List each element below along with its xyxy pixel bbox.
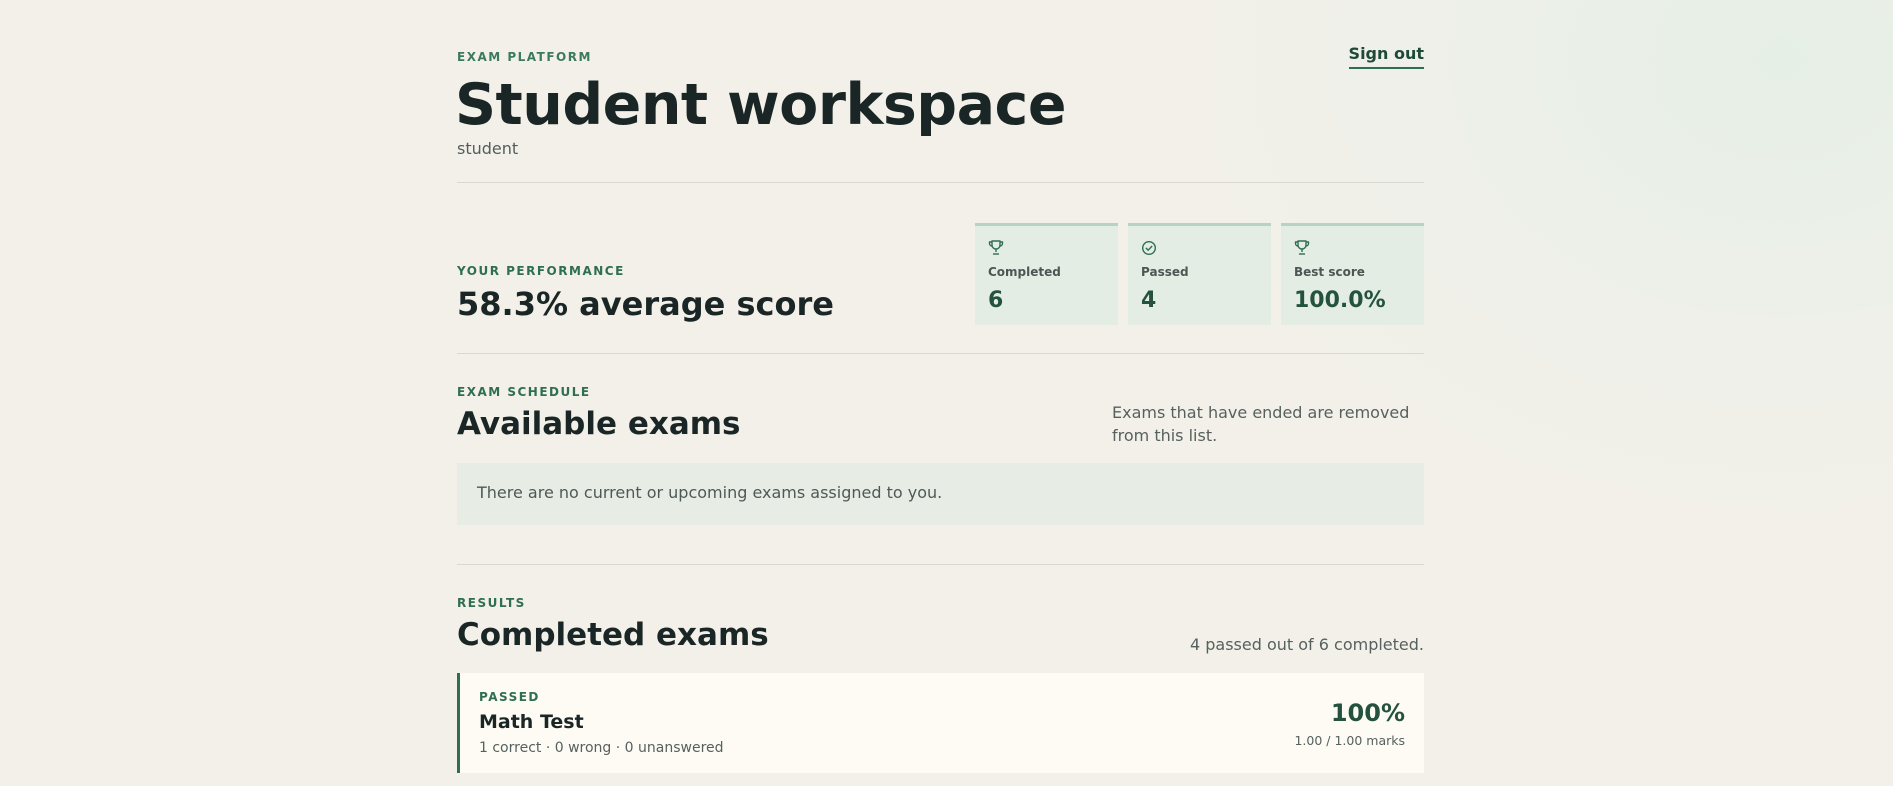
stat-label: Best score	[1294, 265, 1365, 279]
exam-title: Math Test	[479, 711, 584, 733]
performance-eyebrow: YOUR PERFORMANCE	[457, 264, 625, 278]
stat-card-passed: Passed 4	[1128, 223, 1271, 325]
stats-group: Completed 6 Passed 4 Best score 100.0%	[975, 223, 1424, 325]
stat-value: 100.0%	[1294, 288, 1386, 313]
stat-label: Passed	[1141, 265, 1189, 279]
trophy-icon	[1294, 240, 1310, 255]
stat-card-best-score: Best score 100.0%	[1281, 223, 1424, 325]
exam-marks: 1.00 / 1.00 marks	[1294, 733, 1405, 748]
schedule-title: Available exams	[457, 406, 741, 442]
schedule-note: Exams that have ended are removed from t…	[1112, 403, 1410, 445]
stat-value: 4	[1141, 288, 1157, 313]
schedule-eyebrow: EXAM SCHEDULE	[457, 385, 591, 399]
results-summary: 4 passed out of 6 completed.	[1189, 635, 1424, 654]
check-circle-icon	[1141, 240, 1157, 256]
results-section: RESULTS Completed exams 4 passed out of …	[457, 565, 1424, 786]
result-card[interactable]: PASSED Math Test 1 correct · 0 wrong · 0…	[457, 673, 1424, 773]
performance-section: YOUR PERFORMANCE 58.3% average score Com…	[457, 183, 1424, 354]
exam-score: 100%	[1330, 699, 1405, 727]
stat-label: Completed	[988, 265, 1061, 279]
results-title: Completed exams	[457, 617, 769, 653]
status-badge: PASSED	[479, 690, 540, 704]
exam-answer-summary: 1 correct · 0 wrong · 0 unanswered	[479, 740, 724, 756]
page-header: EXAM PLATFORM Sign out Student workspace…	[455, 0, 1424, 183]
schedule-section: EXAM SCHEDULE Available exams Exams that…	[457, 354, 1424, 565]
trophy-icon	[988, 240, 1004, 255]
page-title: Student workspace	[455, 72, 1067, 138]
main-container: EXAM PLATFORM Sign out Student workspace…	[455, 0, 1424, 786]
username: student	[457, 139, 519, 158]
stat-value: 6	[988, 288, 1004, 313]
average-score: 58.3% average score	[457, 285, 834, 323]
empty-state-message: There are no current or upcoming exams a…	[457, 463, 1424, 525]
platform-eyebrow: EXAM PLATFORM	[457, 50, 592, 64]
results-eyebrow: RESULTS	[457, 596, 526, 610]
sign-out-link[interactable]: Sign out	[1348, 44, 1424, 69]
stat-card-completed: Completed 6	[975, 223, 1118, 325]
